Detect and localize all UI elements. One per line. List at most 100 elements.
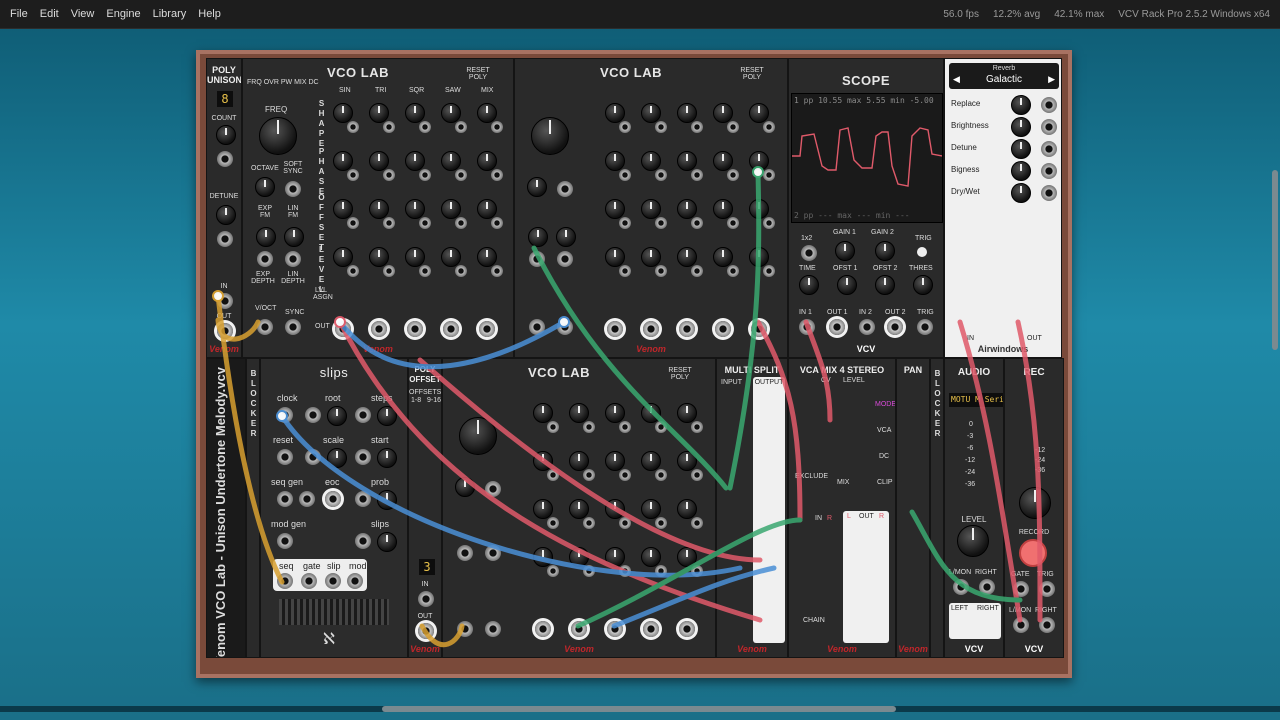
param-cv-jack[interactable] (619, 121, 631, 133)
reset-jack[interactable] (277, 449, 293, 465)
rec-level-knob[interactable] (1019, 487, 1051, 519)
record-button[interactable] (1019, 539, 1047, 567)
param-cv-jack[interactable] (691, 265, 703, 277)
param-knob[interactable] (713, 199, 733, 219)
param-knob[interactable] (405, 247, 425, 267)
slips-knob[interactable] (377, 532, 397, 552)
lin-fm-jack[interactable] (485, 545, 501, 561)
exp-fm-jack[interactable] (457, 545, 473, 561)
param-cv-jack[interactable] (455, 217, 467, 229)
param-cv-jack[interactable] (655, 121, 667, 133)
gain2-knob[interactable] (875, 241, 895, 261)
param-cv-jack[interactable] (727, 217, 739, 229)
lin-fm-jack[interactable] (285, 251, 301, 267)
exp-fm-jack[interactable] (257, 251, 273, 267)
scrollbar-thumb[interactable] (382, 706, 896, 712)
soft-sync-jack[interactable] (557, 181, 573, 197)
seq-gen-jack[interactable] (277, 491, 293, 507)
soft-sync-jack[interactable] (285, 181, 301, 197)
steps-knob[interactable] (377, 406, 397, 426)
rec-trig-jack[interactable] (1039, 581, 1055, 597)
steps-cv-jack[interactable] (355, 407, 371, 423)
wave-out-jack[interactable] (679, 621, 695, 637)
param-cv-jack[interactable] (763, 265, 775, 277)
param-knob[interactable] (441, 199, 461, 219)
rec-gate-jack[interactable] (1013, 581, 1029, 597)
exp-fm-knob[interactable] (256, 227, 276, 247)
param-knob[interactable] (641, 547, 661, 567)
rec-in-r-jack[interactable] (1039, 617, 1055, 633)
param-knob[interactable] (533, 403, 553, 423)
brightness-cv-jack[interactable] (1041, 119, 1057, 135)
octave-knob[interactable] (255, 177, 275, 197)
param-knob[interactable] (605, 247, 625, 267)
param-knob[interactable] (641, 451, 661, 471)
param-cv-jack[interactable] (491, 169, 503, 181)
param-cv-jack[interactable] (347, 265, 359, 277)
param-cv-jack[interactable] (491, 217, 503, 229)
scale-cv-jack[interactable] (305, 449, 321, 465)
param-cv-jack[interactable] (655, 217, 667, 229)
preset-selector[interactable]: Reverb Galactic ◀ ▶ (949, 63, 1059, 89)
voct-jack[interactable] (529, 319, 545, 335)
wave-out-jack[interactable] (607, 621, 623, 637)
param-knob[interactable] (677, 547, 697, 567)
param-knob[interactable] (333, 103, 353, 123)
param-knob[interactable] (713, 151, 733, 171)
param-knob[interactable] (641, 199, 661, 219)
param-knob[interactable] (333, 247, 353, 267)
audio-device-display[interactable]: MOTU M Seri (949, 393, 1003, 407)
sync-jack[interactable] (557, 319, 573, 335)
wave-out-jack[interactable] (643, 621, 659, 637)
param-knob[interactable] (533, 547, 553, 567)
param-knob[interactable] (677, 151, 697, 171)
vertical-scrollbar[interactable] (1272, 170, 1278, 350)
param-knob[interactable] (677, 199, 697, 219)
param-cv-jack[interactable] (763, 217, 775, 229)
param-cv-jack[interactable] (655, 169, 667, 181)
wave-out-jack[interactable] (751, 321, 767, 337)
clock-jack[interactable] (277, 407, 293, 423)
rec-in-l-jack[interactable] (1013, 617, 1029, 633)
param-cv-jack[interactable] (727, 121, 739, 133)
wave-out-jack[interactable] (479, 321, 495, 337)
detune-knob[interactable] (216, 205, 236, 225)
param-knob[interactable] (441, 247, 461, 267)
lin-fm-jack[interactable] (557, 251, 573, 267)
param-cv-jack[interactable] (383, 265, 395, 277)
param-knob[interactable] (641, 151, 661, 171)
voct-jack[interactable] (257, 319, 273, 335)
param-cv-jack[interactable] (547, 517, 559, 529)
bigness-knob[interactable] (1011, 161, 1031, 181)
param-cv-jack[interactable] (455, 121, 467, 133)
param-knob[interactable] (641, 403, 661, 423)
time-knob[interactable] (799, 275, 819, 295)
param-cv-jack[interactable] (691, 517, 703, 529)
root-cv-jack[interactable] (305, 407, 321, 423)
param-cv-jack[interactable] (619, 517, 631, 529)
param-knob[interactable] (641, 103, 661, 123)
param-knob[interactable] (405, 103, 425, 123)
exp-fm-jack[interactable] (529, 251, 545, 267)
param-cv-jack[interactable] (419, 265, 431, 277)
param-cv-jack[interactable] (347, 169, 359, 181)
replace-cv-jack[interactable] (1041, 97, 1057, 113)
param-knob[interactable] (605, 103, 625, 123)
scope-trig-jack[interactable] (917, 319, 933, 335)
menu-edit[interactable]: Edit (34, 8, 65, 20)
offset-out-jack[interactable] (418, 623, 434, 639)
param-knob[interactable] (405, 151, 425, 171)
param-knob[interactable] (641, 499, 661, 519)
menu-help[interactable]: Help (192, 8, 227, 20)
audio-in-r-jack[interactable] (979, 579, 995, 595)
param-knob[interactable] (605, 199, 625, 219)
level-knob[interactable] (957, 525, 989, 557)
wave-out-jack[interactable] (571, 621, 587, 637)
param-cv-jack[interactable] (419, 169, 431, 181)
param-knob[interactable] (605, 451, 625, 471)
param-knob[interactable] (333, 151, 353, 171)
param-knob[interactable] (569, 451, 589, 471)
voct-jack[interactable] (457, 621, 473, 637)
param-knob[interactable] (641, 247, 661, 267)
param-cv-jack[interactable] (619, 265, 631, 277)
